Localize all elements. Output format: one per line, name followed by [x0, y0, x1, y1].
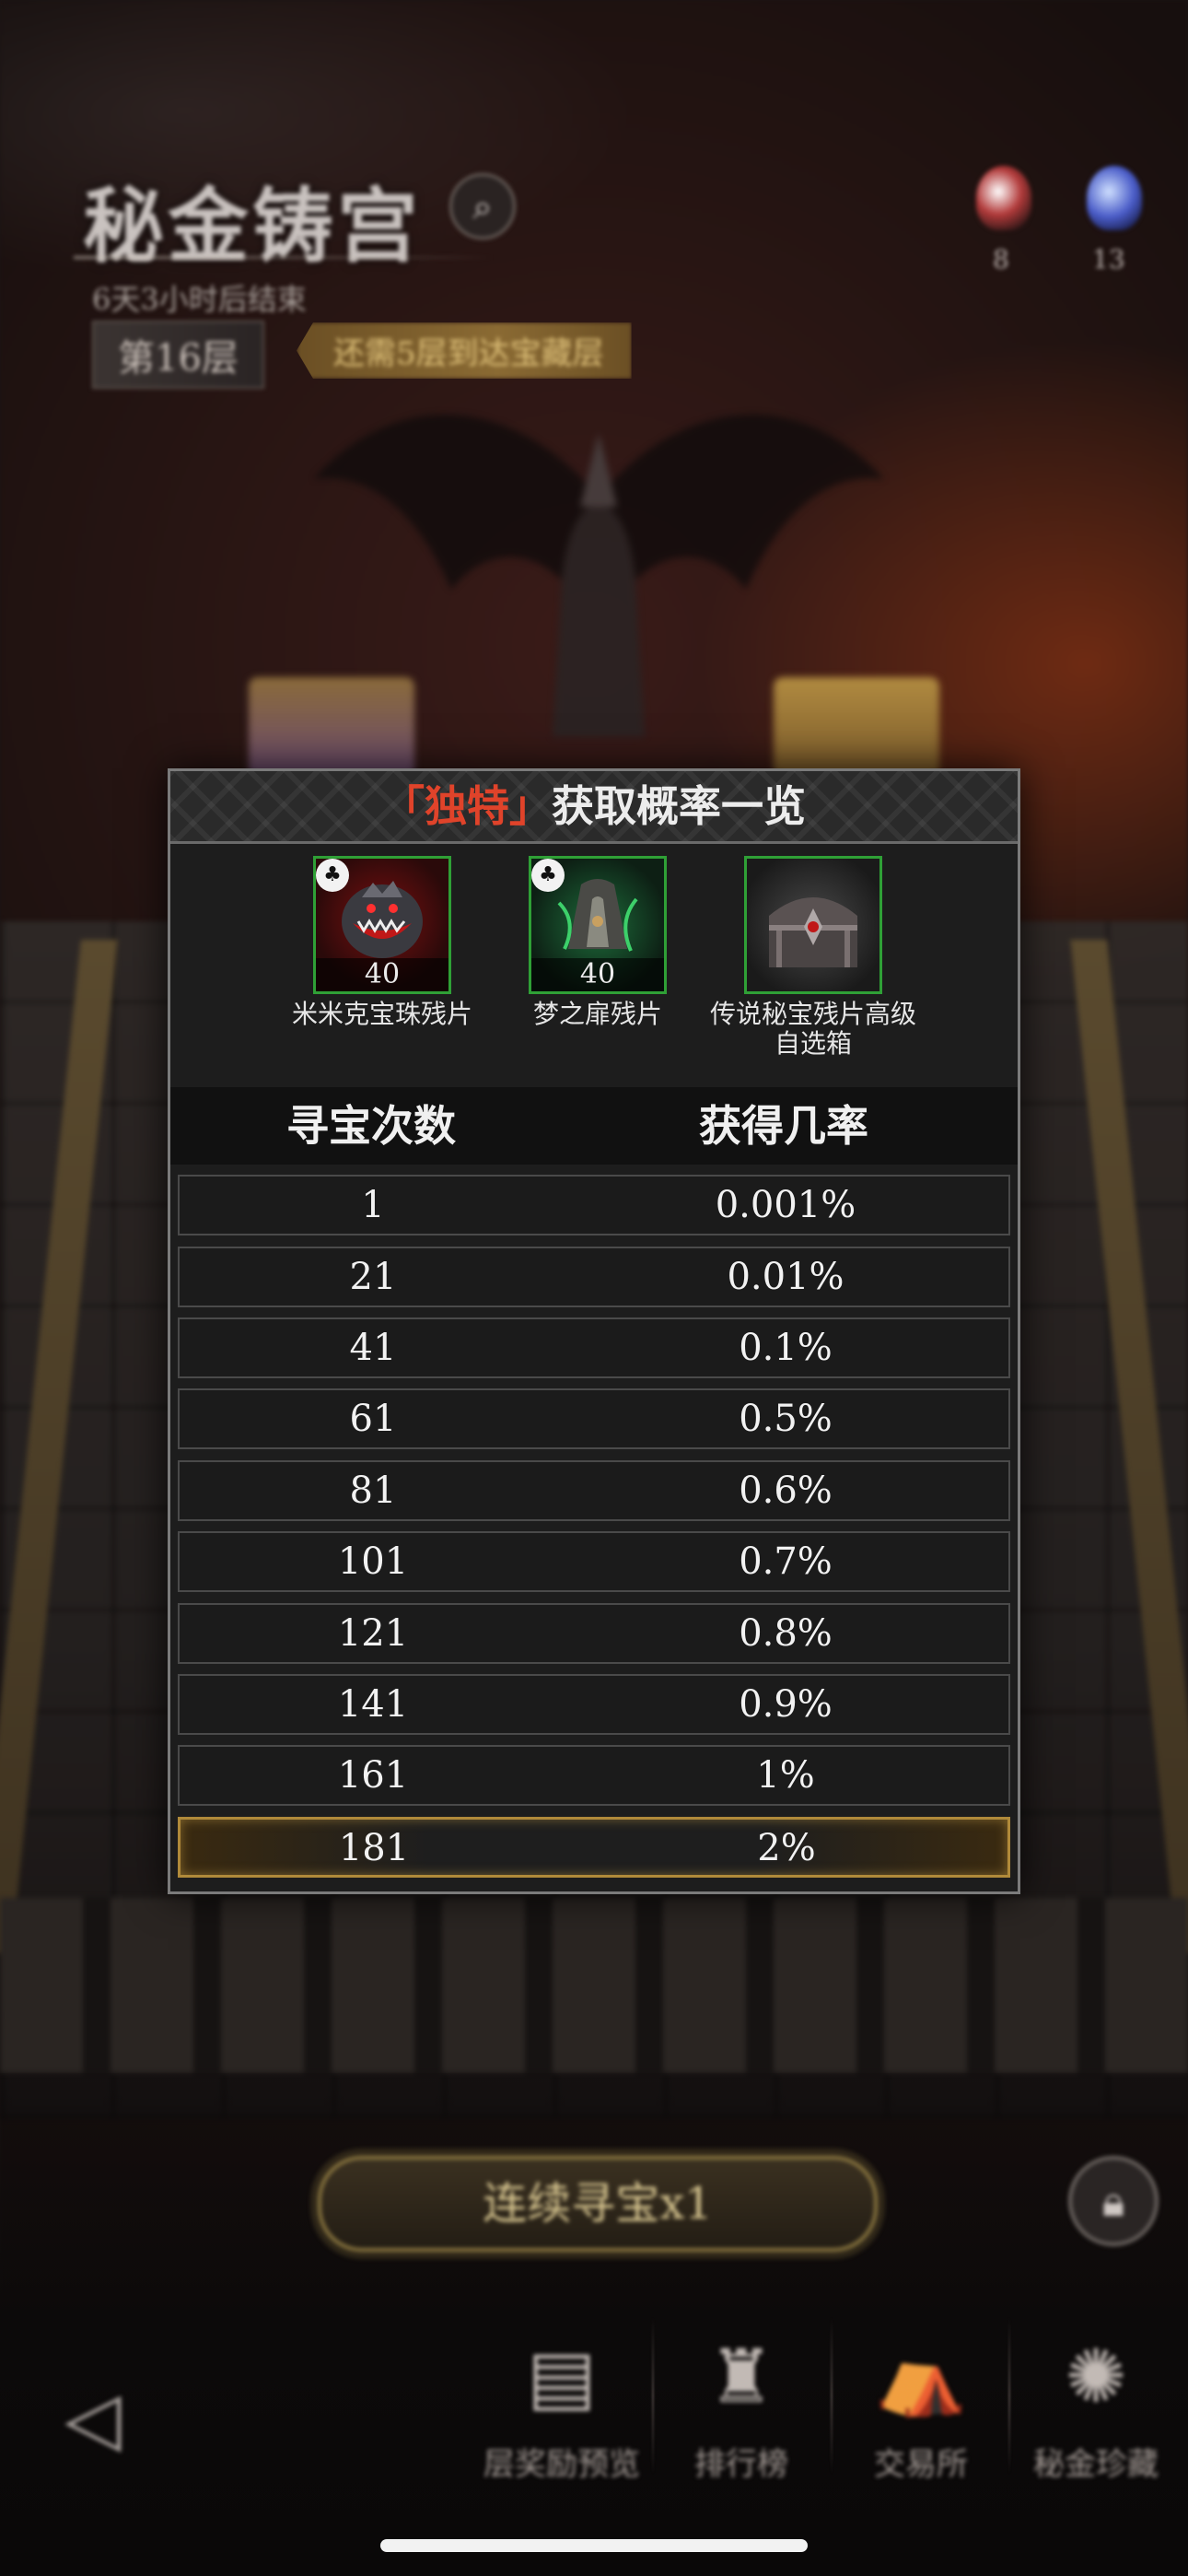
- nav-collection[interactable]: ✺ 秘金珍藏: [1013, 2326, 1179, 2484]
- row-count: 81: [349, 1469, 397, 1512]
- blue-crystal-currency-icon[interactable]: [1087, 166, 1142, 230]
- reward-items: ♣ 40 米米克宝珠残片 ♣ 40 梦之扉残片 传说秘宝残片高级自选箱: [170, 845, 1018, 1081]
- row-rate: 0.1%: [739, 1327, 833, 1369]
- item-frame: ♣ 40: [313, 856, 451, 994]
- nav-leaderboard[interactable]: ♜ 排行榜: [658, 2326, 824, 2484]
- column-header-rate: 获得几率: [699, 1101, 868, 1151]
- table-row: 81 0.6%: [178, 1460, 1010, 1521]
- nav-divider: [652, 2317, 654, 2474]
- table-row-current: 181 2%: [178, 1817, 1010, 1878]
- row-count: 41: [349, 1327, 397, 1369]
- item-quantity: 40: [316, 958, 448, 991]
- nav-reward-preview[interactable]: ▤ 层奖励预览: [479, 2326, 645, 2484]
- modal-title: 「独特」获取概率一览: [170, 771, 1018, 844]
- treasure-chest-icon: [769, 897, 857, 967]
- nav-label: 层奖励预览: [483, 2446, 640, 2483]
- nav-divider: [831, 2317, 833, 2474]
- table-row: 41 0.1%: [178, 1317, 1010, 1378]
- row-rate: 0.6%: [739, 1469, 833, 1512]
- row-rate: 0.01%: [727, 1256, 844, 1298]
- search-icon[interactable]: ⌕: [449, 173, 516, 240]
- row-rate: 0.7%: [739, 1540, 833, 1583]
- table-header: 寻宝次数 获得几率: [170, 1087, 1018, 1165]
- back-arrow-icon[interactable]: ◁: [64, 2382, 147, 2455]
- item-name: 传说秘宝残片高级自选箱: [709, 999, 916, 1059]
- fragment-badge-icon: ♣: [316, 859, 349, 892]
- nav-label: 交易所: [874, 2446, 968, 2483]
- title-underline: [74, 256, 497, 259]
- table-row: 21 0.01%: [178, 1247, 1010, 1307]
- home-indicator[interactable]: [380, 2539, 808, 2552]
- trophy-icon: ♜: [708, 2334, 775, 2419]
- probability-modal[interactable]: 「独特」获取概率一览 ♣ 40 米米克宝珠残片 ♣ 40 梦之扉残片 传说秘宝残…: [168, 768, 1020, 1894]
- exchange-icon: ⛺: [875, 2334, 967, 2419]
- row-rate: 0.5%: [739, 1398, 833, 1440]
- continuous-hunt-button[interactable]: 连续寻宝x1: [318, 2156, 878, 2252]
- row-rate: 0.001%: [715, 1184, 856, 1226]
- title-bracket-open: 「: [382, 781, 425, 831]
- reward-preview-icon: ▤: [527, 2334, 597, 2419]
- title-text: 获取概率一览: [552, 781, 806, 831]
- nav-divider: [1008, 2317, 1010, 2474]
- row-count: 121: [337, 1612, 409, 1655]
- red-orb-count: 8: [993, 244, 1009, 275]
- reward-item[interactable]: ♣ 40 米米克宝珠残片: [272, 856, 493, 1029]
- row-count: 61: [349, 1398, 397, 1440]
- floor-label: 第16层: [92, 321, 264, 389]
- row-rate: 1%: [756, 1754, 815, 1797]
- row-count: 161: [337, 1754, 409, 1797]
- table-row: 101 0.7%: [178, 1531, 1010, 1592]
- fragment-badge-icon: ♣: [531, 859, 565, 892]
- row-rate: 2%: [757, 1827, 816, 1869]
- red-orb-currency-icon[interactable]: [976, 166, 1031, 230]
- background-battlement: [0, 1898, 1188, 2073]
- collection-icon: ✺: [1065, 2334, 1127, 2419]
- reward-item[interactable]: 传说秘宝残片高级自选箱: [703, 856, 924, 1059]
- row-count: 141: [337, 1683, 409, 1726]
- item-name: 梦之扉残片: [532, 999, 662, 1029]
- row-count: 21: [349, 1256, 397, 1298]
- item-name: 米米克宝珠残片: [291, 999, 472, 1029]
- event-timer: 6天3小时后结束: [92, 282, 307, 317]
- nav-exchange[interactable]: ⛺ 交易所: [838, 2326, 1004, 2484]
- table-row: 161 1%: [178, 1745, 1010, 1806]
- item-quantity: 40: [531, 958, 664, 991]
- table-row: 1 0.001%: [178, 1175, 1010, 1235]
- event-title: 秘金铸宫: [83, 178, 423, 274]
- item-frame: ♣ 40: [529, 856, 667, 994]
- row-rate: 0.8%: [739, 1612, 833, 1655]
- table-row: 121 0.8%: [178, 1603, 1010, 1664]
- dragon-silhouette: [313, 415, 884, 737]
- blue-crystal-count: 13: [1092, 244, 1125, 275]
- reward-item[interactable]: ♣ 40 梦之扉残片: [487, 856, 708, 1029]
- title-bracket-close: 」: [509, 781, 552, 831]
- row-count: 181: [338, 1827, 410, 1869]
- row-count: 1: [361, 1184, 385, 1226]
- lock-icon[interactable]: 🔒︎: [1068, 2156, 1159, 2246]
- table-row: 141 0.9%: [178, 1674, 1010, 1735]
- item-frame: [744, 856, 882, 994]
- row-rate: 0.9%: [739, 1683, 833, 1726]
- table-row: 61 0.5%: [178, 1388, 1010, 1449]
- floor-tip-banner: 还需5层到达宝藏层: [297, 322, 632, 379]
- row-count: 101: [337, 1540, 409, 1583]
- nav-label: 秘金珍藏: [1033, 2446, 1159, 2483]
- column-header-count: 寻宝次数: [286, 1101, 456, 1151]
- nav-label: 排行榜: [694, 2446, 788, 2483]
- title-highlight: 独特: [425, 781, 509, 831]
